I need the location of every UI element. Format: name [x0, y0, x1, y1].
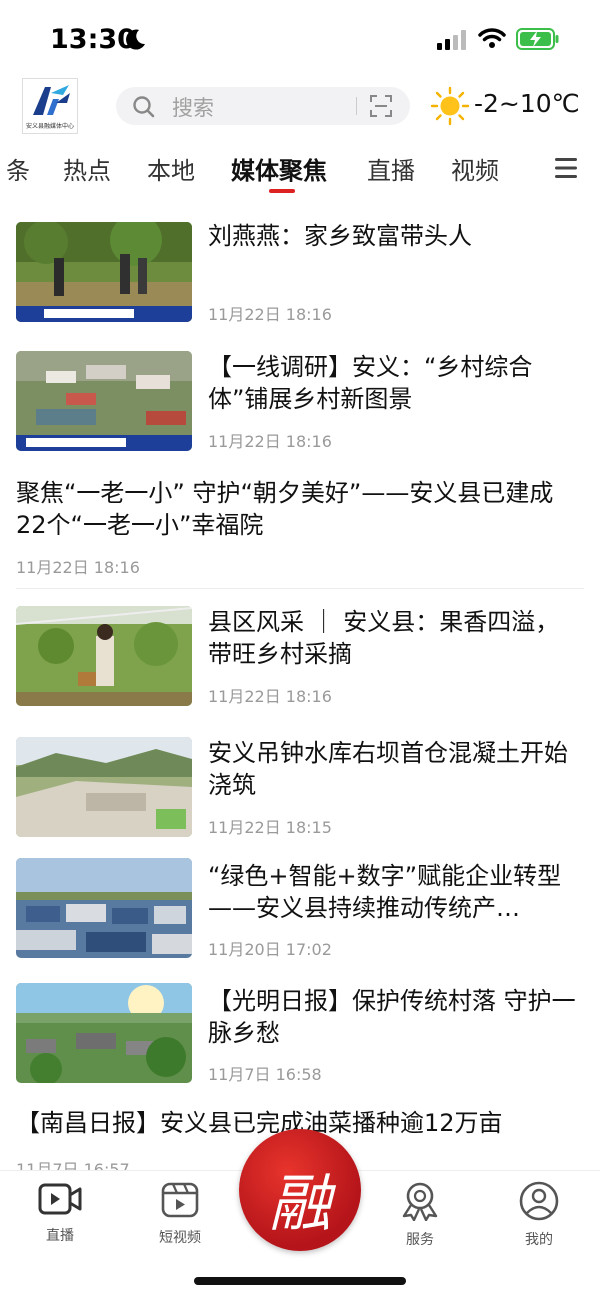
news-title: 县区风采 ｜ 安义县：果香四溢，带旺乡村采摘 [208, 608, 560, 668]
divider [16, 588, 584, 589]
active-tab-indicator [269, 189, 295, 193]
news-thumbnail [16, 983, 192, 1083]
news-time: 11月7日 16:58 [208, 1065, 322, 1084]
news-thumbnail [16, 222, 192, 322]
news-time: 11月22日 18:15 [208, 818, 332, 837]
live-video-icon [38, 1183, 82, 1215]
news-thumbnail [16, 737, 192, 837]
news-thumbnail [16, 858, 192, 958]
search-divider [356, 97, 357, 115]
news-title: 【一线调研】安义：“乡村综合体”铺展乡村新图景 [208, 353, 533, 413]
news-thumbnail [16, 606, 192, 706]
cellular-signal-icon [437, 30, 466, 50]
reservoir-construction-image [16, 737, 192, 837]
tab-live[interactable]: 直播 [367, 151, 415, 186]
logo-mark-icon [33, 85, 70, 115]
news-item[interactable]: 聚焦“一老一小” 守护“朝夕美好”——安义县已建成22个“一老一小”幸福院 11… [0, 465, 600, 589]
moon-icon [126, 29, 145, 50]
search-box[interactable]: 搜索 [116, 87, 410, 125]
news-item[interactable]: 县区风采 ｜ 安义县：果香四溢，带旺乡村采摘 11月22日 18:16 [0, 593, 600, 718]
news-item[interactable]: 【光明日报】保护传统村落 守护一脉乡愁 11月7日 16:58 [0, 970, 600, 1095]
news-title: 安义吊钟水库右坝首仓混凝土开始浇筑 [208, 739, 568, 799]
news-item[interactable]: 刘燕燕：家乡致富带头人 11月22日 18:16 [0, 205, 600, 330]
short-video-icon [161, 1182, 199, 1218]
search-icon [133, 96, 155, 118]
user-profile-icon [519, 1181, 559, 1221]
news-title: 聚焦“一老一小” 守护“朝夕美好”——安义县已建成22个“一老一小”幸福院 [16, 479, 554, 539]
news-title: “绿色+智能+数字”赋能企业转型——安义县持续推动传统产… [208, 862, 562, 922]
nav-live-label: 直播 [46, 1228, 74, 1244]
fusion-center-label: 融 [268, 1167, 331, 1240]
tab-media-focus[interactable]: 媒体聚焦 [231, 151, 327, 186]
sun-icon [430, 86, 470, 126]
nav-short-video[interactable]: 短视频 [140, 1181, 220, 1247]
fruit-picking-image [16, 606, 192, 706]
channel-tabs: 条 热点 本地 媒体聚焦 直播 视频 [0, 145, 600, 195]
wifi-icon [478, 28, 506, 48]
scan-icon[interactable] [370, 95, 392, 117]
news-title: 【光明日报】保护传统村落 守护一脉乡愁 [208, 987, 576, 1047]
news-thumbnail [16, 351, 192, 451]
nav-short-video-label: 短视频 [159, 1230, 201, 1246]
tab-local[interactable]: 本地 [147, 151, 195, 186]
search-placeholder: 搜索 [172, 96, 214, 120]
news-time: 11月22日 18:16 [208, 305, 332, 324]
village-aerial-image [16, 351, 192, 451]
menu-icon[interactable] [554, 157, 578, 179]
logo-caption: 安义县融媒体中心 [25, 123, 74, 130]
nav-mine[interactable]: 我的 [499, 1181, 579, 1249]
service-badge-icon [402, 1182, 438, 1222]
nav-mine-label: 我的 [525, 1232, 553, 1248]
news-time: 11月20日 17:02 [208, 940, 332, 959]
orchard-people-image [16, 222, 192, 322]
news-time: 11月22日 18:16 [208, 432, 332, 451]
news-time: 11月22日 18:16 [16, 558, 140, 577]
nav-service[interactable]: 服务 [380, 1181, 460, 1249]
fusion-center-button[interactable]: 融 [239, 1129, 361, 1251]
news-item[interactable]: 安义吊钟水库右坝首仓混凝土开始浇筑 11月22日 18:15 [0, 718, 600, 845]
news-item[interactable]: 【一线调研】安义：“乡村综合体”铺展乡村新图景 11月22日 18:16 [0, 338, 600, 456]
nav-service-label: 服务 [406, 1232, 434, 1248]
app-logo[interactable]: 安义县融媒体中心 [22, 78, 78, 134]
battery-charging-icon [516, 28, 559, 50]
news-time: 11月22日 18:16 [208, 687, 332, 706]
status-bar: 13:30 [0, 0, 600, 80]
news-title: 刘燕燕：家乡致富带头人 [208, 222, 472, 250]
tab-video[interactable]: 视频 [451, 151, 499, 186]
traditional-village-image [16, 983, 192, 1083]
industrial-park-image [16, 858, 192, 958]
news-item[interactable]: “绿色+智能+数字”赋能企业转型——安义县持续推动传统产… 11月20日 17:… [0, 845, 600, 970]
tab-hot[interactable]: 热点 [63, 151, 111, 186]
tab-partial[interactable]: 条 [6, 151, 30, 186]
nav-live[interactable]: 直播 [20, 1181, 100, 1245]
home-indicator[interactable] [194, 1277, 406, 1285]
app-header: 安义县融媒体中心 搜索 -2~10℃ [0, 78, 600, 138]
weather-temperature: -2~10℃ [474, 89, 580, 118]
